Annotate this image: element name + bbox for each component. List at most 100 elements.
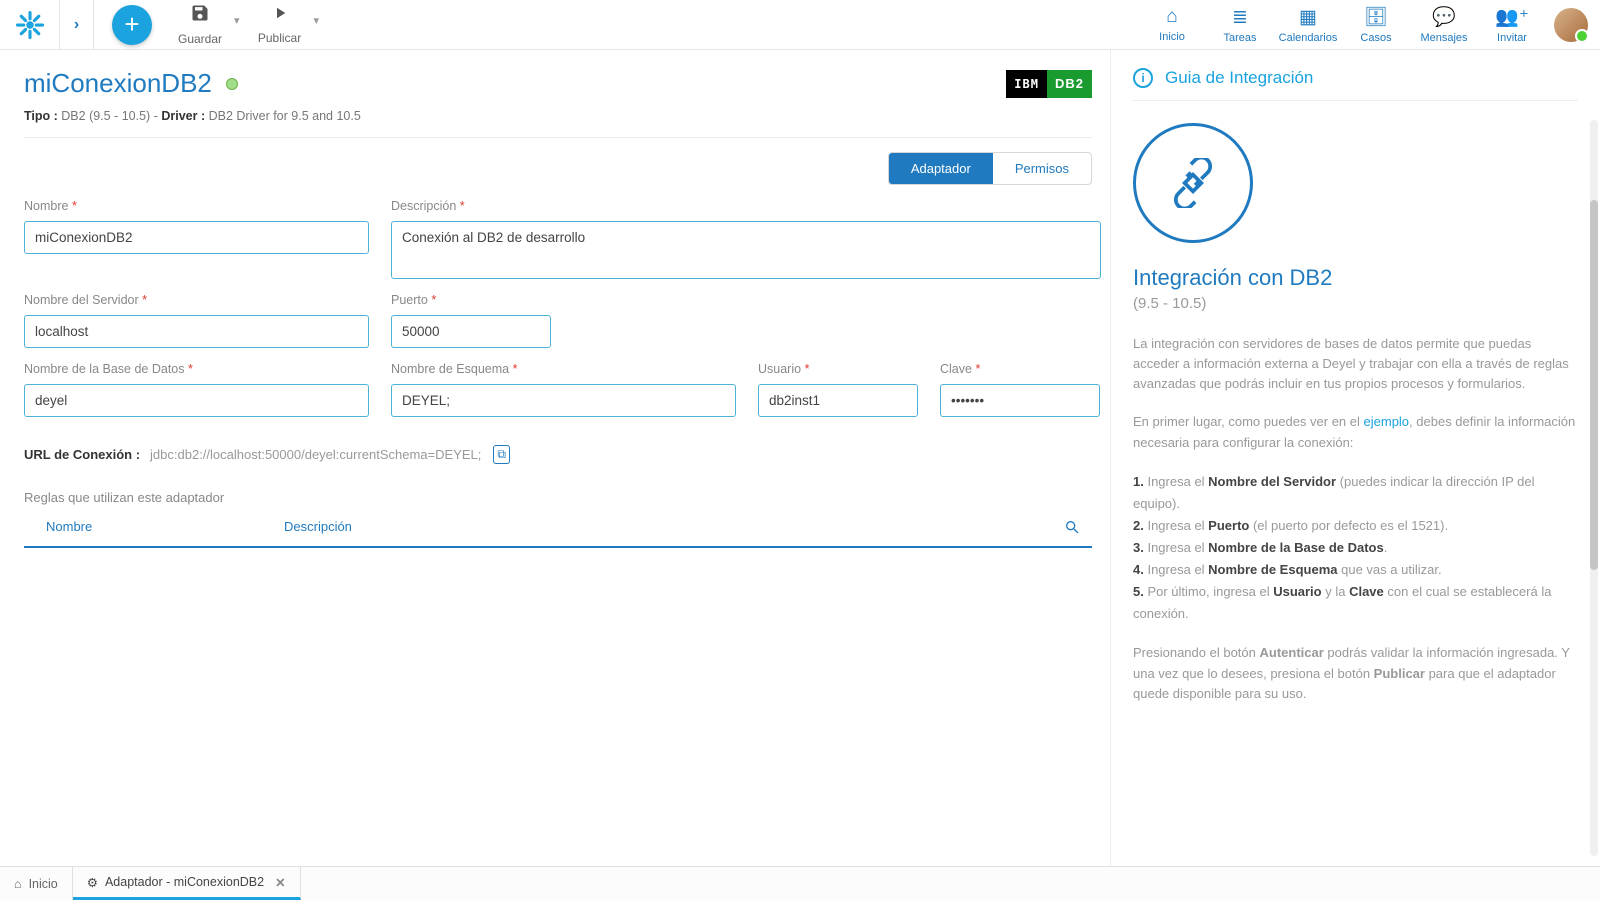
search-icon	[1064, 519, 1080, 535]
pass-label: Clave	[940, 362, 972, 376]
url-row: URL de Conexión : jdbc:db2://localhost:5…	[24, 445, 1092, 464]
ejemplo-link[interactable]: ejemplo	[1364, 414, 1410, 429]
url-value: jdbc:db2://localhost:50000/deyel:current…	[150, 447, 481, 462]
copy-icon[interactable]: ⧉	[493, 445, 510, 464]
tab-permisos[interactable]: Permisos	[993, 153, 1091, 184]
user-avatar[interactable]	[1554, 8, 1588, 42]
port-input[interactable]	[391, 315, 551, 348]
nav-calendars[interactable]: ▦ Calendarios	[1274, 6, 1342, 44]
person-add-icon: 👥⁺	[1495, 5, 1529, 29]
rules-search[interactable]	[1052, 519, 1092, 538]
driver-val: DB2 Driver for 9.5 and 10.5	[209, 109, 361, 123]
divider	[24, 137, 1092, 138]
db2-badge-green: DB2	[1047, 70, 1092, 98]
save-icon	[190, 3, 210, 28]
save-dropdown[interactable]: ▾	[234, 0, 240, 27]
guide-header: i Guia de Integración	[1133, 68, 1578, 101]
guide-title: Integración con DB2	[1133, 265, 1578, 291]
plus-icon: +	[124, 9, 139, 40]
guide-p1: La integración con servidores de bases d…	[1133, 334, 1578, 394]
nav-invite[interactable]: 👥⁺ Invitar	[1478, 5, 1546, 44]
driver-key: Driver :	[161, 109, 205, 123]
plug-illustration	[1133, 123, 1253, 243]
guide-p2a: En primer lugar, como puedes ver en el	[1133, 414, 1364, 429]
descripcion-input[interactable]: Conexión al DB2 de desarrollo	[391, 221, 1101, 279]
bottom-tab-home-label: Inicio	[29, 877, 58, 891]
speech-icon: 💬	[1432, 5, 1456, 29]
guide-p3: Presionando el botón Autenticar podrás v…	[1133, 643, 1578, 703]
guide-steps: 1. Ingresa el Nombre del Servidor (puede…	[1133, 471, 1578, 626]
add-button[interactable]: +	[112, 5, 152, 45]
col-nombre[interactable]: Nombre	[24, 519, 284, 538]
nav-home[interactable]: ⌂ Inicio	[1138, 6, 1206, 43]
server-label: Nombre del Servidor	[24, 293, 139, 307]
descripcion-label: Descripción	[391, 199, 456, 213]
scroll-thumb[interactable]	[1590, 200, 1598, 570]
user-input[interactable]	[758, 384, 918, 417]
gear-icon: ⚙	[87, 875, 98, 890]
db2-badge: IBM DB2	[1006, 70, 1092, 98]
guide-subtitle: (9.5 - 10.5)	[1133, 295, 1578, 312]
home-icon: ⌂	[14, 877, 22, 891]
status-indicator	[226, 78, 238, 90]
server-input[interactable]	[24, 315, 369, 348]
guide-pane: i Guia de Integración Integración con DB…	[1110, 50, 1600, 866]
chevron-right-icon: ›	[74, 16, 79, 34]
url-key: URL de Conexión :	[24, 447, 140, 462]
title-row: miConexionDB2 IBM DB2	[24, 68, 1092, 99]
tab-row: Adaptador Permisos	[24, 152, 1092, 185]
nav-home-label: Inicio	[1159, 31, 1185, 43]
db-label: Nombre de la Base de Datos	[24, 362, 185, 376]
expand-sidebar-button[interactable]: ›	[60, 0, 94, 49]
top-toolbar: › + Guardar ▾ Publicar ▾ ⌂ Inicio ≣ Tare…	[0, 0, 1600, 50]
plug-icon	[1168, 158, 1218, 208]
form-pane: miConexionDB2 IBM DB2 Tipo : DB2 (9.5 - …	[0, 50, 1110, 866]
publish-button[interactable]: Publicar	[250, 4, 310, 45]
nav-cases[interactable]: 🗄 Casos	[1342, 5, 1410, 44]
db-input[interactable]	[24, 384, 369, 417]
subtitle: Tipo : DB2 (9.5 - 10.5) - Driver : DB2 D…	[24, 109, 1092, 123]
guide-p2: En primer lugar, como puedes ver en el e…	[1133, 412, 1578, 452]
pass-input[interactable]	[940, 384, 1100, 417]
nombre-input[interactable]	[24, 221, 369, 254]
rules-table-header: Nombre Descripción	[24, 519, 1092, 548]
tipo-key: Tipo :	[24, 109, 58, 123]
deyel-logo-icon	[15, 10, 45, 40]
briefcase-icon: 🗄	[1364, 5, 1388, 29]
main-area: miConexionDB2 IBM DB2 Tipo : DB2 (9.5 - …	[0, 50, 1600, 866]
col-descripcion[interactable]: Descripción	[284, 519, 864, 538]
save-label: Guardar	[178, 32, 222, 46]
nav-messages[interactable]: 💬 Mensajes	[1410, 5, 1478, 44]
app-logo[interactable]	[0, 0, 60, 49]
nav-calendars-label: Calendarios	[1279, 32, 1338, 44]
publish-label: Publicar	[258, 31, 301, 45]
calendar-icon: ▦	[1299, 6, 1317, 29]
save-button[interactable]: Guardar	[170, 3, 230, 46]
nombre-label: Nombre	[24, 199, 68, 213]
guide-head-text: Guia de Integración	[1165, 68, 1313, 88]
nav-tasks[interactable]: ≣ Tareas	[1206, 6, 1274, 44]
info-icon: i	[1133, 68, 1153, 88]
tasks-icon: ≣	[1232, 6, 1248, 29]
nav-messages-label: Mensajes	[1420, 32, 1467, 44]
user-label: Usuario	[758, 362, 801, 376]
schema-label: Nombre de Esquema	[391, 362, 509, 376]
rules-table: Nombre Descripción	[24, 519, 1092, 548]
bottom-tab-home[interactable]: ⌂ Inicio	[0, 867, 73, 900]
nav-invite-label: Invitar	[1497, 32, 1527, 44]
publish-dropdown[interactable]: ▾	[314, 0, 320, 27]
home-icon: ⌂	[1166, 6, 1177, 28]
reglas-title: Reglas que utilizan este adaptador	[24, 490, 1092, 505]
bottom-tab-adapter[interactable]: ⚙ Adaptador - miConexionDB2 ✕	[73, 867, 301, 900]
tipo-val: DB2 (9.5 - 10.5) -	[61, 109, 158, 123]
tabs: Adaptador Permisos	[888, 152, 1092, 185]
port-label: Puerto	[391, 293, 428, 307]
bottom-tabs: ⌂ Inicio ⚙ Adaptador - miConexionDB2 ✕	[0, 866, 1600, 900]
close-icon[interactable]: ✕	[275, 875, 285, 890]
tab-adaptador[interactable]: Adaptador	[889, 153, 993, 184]
schema-input[interactable]	[391, 384, 736, 417]
ibm-badge: IBM	[1006, 70, 1047, 98]
top-left: › + Guardar ▾ Publicar ▾	[0, 0, 329, 49]
connection-title: miConexionDB2	[24, 68, 212, 99]
nav-cases-label: Casos	[1360, 32, 1391, 44]
